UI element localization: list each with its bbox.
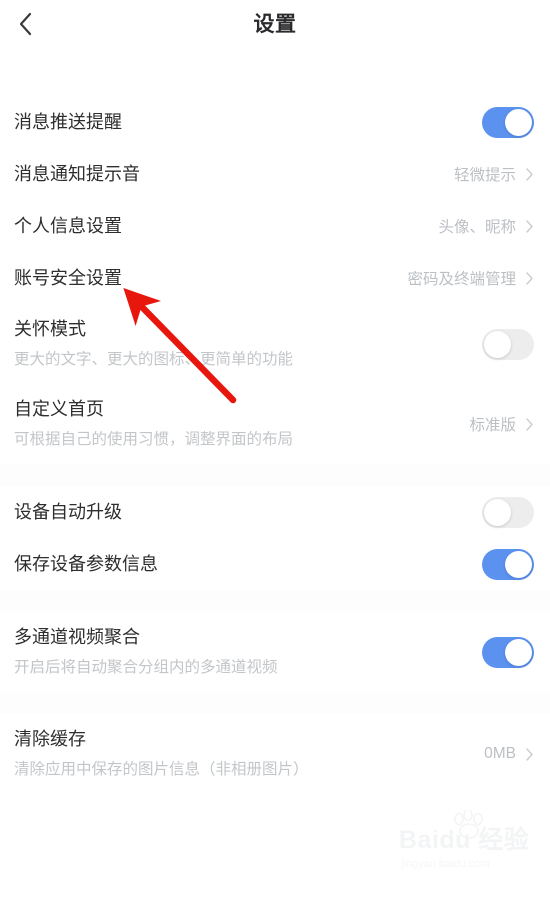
- toggle-auto-upgrade[interactable]: [482, 496, 534, 528]
- row-left: 个人信息设置: [14, 214, 122, 238]
- row-right: [482, 328, 534, 360]
- row-title: 清除缓存: [14, 729, 86, 749]
- setting-row-clear-cache[interactable]: 清除缓存 清除应用中保存的图片信息（非相册图片） 0MB: [0, 714, 550, 794]
- setting-row-save-device-params[interactable]: 保存设备参数信息: [0, 538, 550, 590]
- chevron-right-icon: [525, 271, 534, 286]
- row-value: 0MB: [484, 745, 516, 762]
- setting-row-multichannel-video[interactable]: 多通道视频聚合 开启后将自动聚合分组内的多通道视频: [0, 612, 550, 692]
- row-title: 账号安全设置: [14, 268, 122, 288]
- row-right: 密码及终端管理: [407, 267, 534, 289]
- row-value: 标准版: [469, 417, 516, 434]
- chevron-right-icon: [525, 747, 534, 762]
- row-title: 消息推送提醒: [14, 112, 122, 132]
- row-left: 设备自动升级: [14, 500, 122, 524]
- row-title: 关怀模式: [14, 319, 86, 339]
- setting-row-push-alert[interactable]: 消息推送提醒: [0, 96, 550, 148]
- setting-row-custom-homepage[interactable]: 自定义首页 可根据自己的使用习惯，调整界面的布局 标准版: [0, 384, 550, 464]
- row-value: 密码及终端管理: [407, 271, 516, 288]
- row-value: 头像、昵称: [438, 219, 516, 236]
- app-header: 设置: [0, 0, 550, 48]
- setting-row-account-security[interactable]: 账号安全设置 密码及终端管理: [0, 252, 550, 304]
- row-left: 消息通知提示音: [14, 162, 140, 186]
- row-right: [482, 636, 534, 668]
- row-left: 多通道视频聚合 开启后将自动聚合分组内的多通道视频: [14, 625, 278, 679]
- toggle-save-device-params[interactable]: [482, 548, 534, 580]
- toggle-knob: [505, 108, 532, 136]
- setting-row-personal-info[interactable]: 个人信息设置 头像、昵称: [0, 200, 550, 252]
- row-right: [482, 106, 534, 138]
- row-title: 设备自动升级: [14, 502, 122, 522]
- watermark-brand: Baidu 经验: [399, 826, 530, 854]
- settings-list: 消息推送提醒 消息通知提示音 轻微提示 个人信息设置 头像、昵称 账号安全设置 …: [0, 48, 550, 794]
- toggle-knob: [484, 498, 511, 526]
- toggle-knob: [484, 330, 511, 358]
- row-left: 自定义首页 可根据自己的使用习惯，调整界面的布局: [14, 397, 293, 451]
- section-divider: [0, 464, 550, 486]
- section-divider: [0, 692, 550, 714]
- setting-row-notification-sound[interactable]: 消息通知提示音 轻微提示: [0, 148, 550, 200]
- page-title: 设置: [253, 13, 297, 36]
- chevron-right-icon: [525, 167, 534, 182]
- row-subtitle: 开启后将自动聚合分组内的多通道视频: [14, 659, 278, 676]
- row-left: 关怀模式 更大的文字、更大的图标、更简单的功能: [14, 317, 293, 371]
- settings-screen: 设置 消息推送提醒 消息通知提示音 轻微提示 个人信息设置 头像、昵称 账号安全…: [0, 0, 550, 900]
- row-right: [482, 496, 534, 528]
- row-left: 账号安全设置: [14, 266, 122, 290]
- row-title: 保存设备参数信息: [14, 554, 158, 574]
- watermark-site: jingyan.baidu.com: [401, 858, 490, 870]
- chevron-right-icon: [525, 219, 534, 234]
- row-right: 标准版: [469, 413, 534, 435]
- setting-row-care-mode[interactable]: 关怀模式 更大的文字、更大的图标、更简单的功能: [0, 304, 550, 384]
- row-title: 多通道视频聚合: [14, 627, 140, 647]
- paw-icon: [454, 810, 483, 839]
- row-subtitle: 可根据自己的使用习惯，调整界面的布局: [14, 431, 294, 448]
- chevron-right-icon: [525, 417, 534, 432]
- row-right: 0MB: [484, 745, 534, 763]
- row-subtitle: 更大的文字、更大的图标、更简单的功能: [14, 351, 294, 368]
- toggle-care-mode[interactable]: [482, 328, 534, 360]
- toggle-multichannel-video[interactable]: [482, 636, 534, 668]
- row-title: 消息通知提示音: [14, 164, 140, 184]
- row-left: 消息推送提醒: [14, 110, 122, 134]
- section-divider: [0, 590, 550, 612]
- toggle-push-alert[interactable]: [482, 106, 534, 138]
- top-spacer: [0, 48, 550, 96]
- row-right: 头像、昵称: [438, 215, 534, 237]
- toggle-knob: [505, 550, 532, 578]
- setting-row-auto-upgrade[interactable]: 设备自动升级: [0, 486, 550, 538]
- watermark: Baidu 经验 jingyan.baidu.com: [399, 810, 529, 872]
- row-subtitle: 清除应用中保存的图片信息（非相册图片）: [14, 761, 309, 778]
- row-left: 清除缓存 清除应用中保存的图片信息（非相册图片）: [14, 727, 309, 781]
- row-title: 自定义首页: [14, 399, 104, 419]
- toggle-knob: [505, 638, 532, 666]
- row-right: 轻微提示: [454, 163, 534, 185]
- row-title: 个人信息设置: [14, 216, 122, 236]
- row-right: [482, 548, 534, 580]
- row-left: 保存设备参数信息: [14, 552, 158, 576]
- row-value: 轻微提示: [453, 167, 516, 184]
